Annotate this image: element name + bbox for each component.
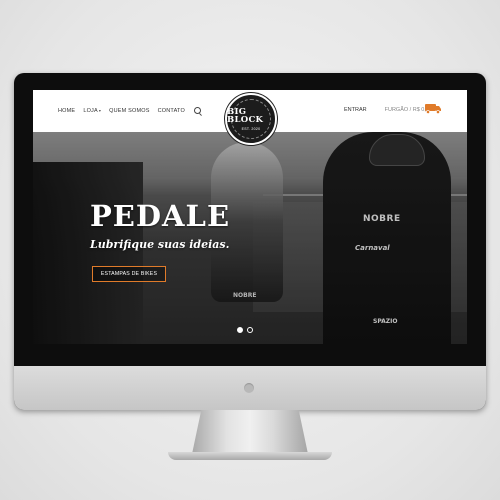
hero-cta-button[interactable]: ESTAMPAS DE BIKES <box>92 266 166 282</box>
login-link[interactable]: ENTRAR <box>344 107 367 113</box>
site-logo[interactable]: BIG BLOCK EST. 2020 <box>225 93 277 145</box>
monitor-stand <box>192 410 308 454</box>
header-right: ENTRAR FURGÃO / R$ 0,00 <box>344 107 432 113</box>
monitor-base <box>168 452 332 460</box>
search-icon[interactable] <box>193 107 201 114</box>
logo-dot <box>244 383 254 393</box>
van-icon[interactable] <box>424 103 442 114</box>
nav-shop-label: LOJA <box>83 107 98 114</box>
logo-subtitle: EST. 2020 <box>241 126 261 131</box>
site-header: HOME LOJA▾ QUEM SOMOS CONTATO BIG BLOCK … <box>33 90 467 145</box>
chevron-down-icon: ▾ <box>98 107 102 113</box>
hero-title: PEDALE <box>90 199 231 233</box>
nav-home[interactable]: HOME <box>58 108 75 114</box>
logo-title: BIG BLOCK <box>227 106 264 125</box>
slider-dot[interactable] <box>247 327 253 333</box>
nav-contact[interactable]: CONTATO <box>158 108 185 114</box>
hero-subtitle: Lubrifique suas ideias. <box>90 238 230 251</box>
screen: HOME LOJA▾ QUEM SOMOS CONTATO BIG BLOCK … <box>33 90 467 344</box>
nav-about[interactable]: QUEM SOMOS <box>109 108 150 114</box>
main-nav: HOME LOJA▾ QUEM SOMOS CONTATO <box>58 107 201 114</box>
slider-dot[interactable] <box>237 327 243 333</box>
nav-shop[interactable]: LOJA▾ <box>83 108 101 114</box>
slider-dots <box>237 327 253 333</box>
hero-banner: NOBRE Carnaval SPAZIO NOBRE PEDALE Lubri… <box>33 132 467 344</box>
